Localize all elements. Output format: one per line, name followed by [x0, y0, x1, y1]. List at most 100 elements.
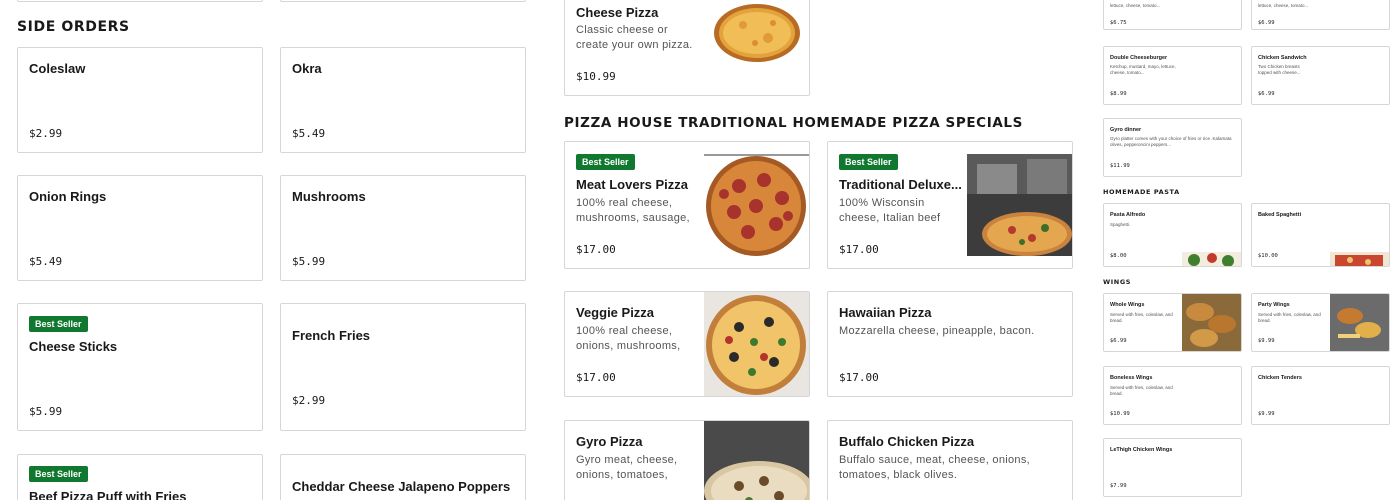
item-price: $7.99	[1110, 483, 1127, 489]
menu-item-traditional-deluxe[interactable]: Best Seller Traditional Deluxe... 100% W…	[827, 141, 1073, 269]
item-description: Served with fries, coleslaw, and bread.	[1110, 312, 1173, 323]
menu-item-mushrooms[interactable]: Mushrooms $5.99	[280, 175, 526, 281]
item-description: Two Chicken breasts topped with cheese..…	[1258, 64, 1301, 75]
top-card-partial-2[interactable]	[280, 0, 526, 2]
item-name: Chicken Tenders	[1258, 375, 1302, 381]
item-description: 100% Wisconsin cheese, Italian beef saus…	[839, 197, 941, 228]
menu-item-partial-1[interactable]: lettuce, cheese, tomato... $6.75	[1103, 0, 1242, 30]
item-name: Hawaiian Pizza	[839, 305, 932, 320]
menu-item-chicken-sandwich[interactable]: Chicken Sandwich Two Chicken breasts top…	[1251, 46, 1390, 105]
section-title-wings: Wings	[1103, 278, 1132, 286]
menu-item-whole-wings[interactable]: Whole Wings Served with fries, coleslaw,…	[1103, 293, 1242, 352]
item-description: 100% real cheese, onions, mushrooms, bla…	[576, 325, 681, 356]
item-price: $9.99	[1258, 411, 1275, 417]
section-title-specials: Pizza House Traditional Homemade Pizza S…	[564, 115, 1023, 131]
item-description: lettuce, cheese, tomato...	[1258, 3, 1309, 8]
item-description: Served with fries, coleslaw, and bread.	[1110, 385, 1173, 396]
item-description: Gyro meat, cheese, onions, tomatoes, hot…	[576, 454, 678, 485]
item-name: Whole Wings	[1110, 302, 1145, 308]
item-price: $6.99	[1110, 338, 1127, 344]
top-card-partial-1[interactable]	[17, 0, 263, 2]
menu-item-partial-2[interactable]: lettuce, cheese, tomato... $6.99	[1251, 0, 1390, 30]
menu-item-veggie-pizza[interactable]: Veggie Pizza 100% real cheese, onions, m…	[564, 291, 810, 397]
menu-item-cheese-sticks[interactable]: Best Seller Cheese Sticks $5.99	[17, 303, 263, 431]
whole-wings-image	[1182, 294, 1241, 351]
menu-item-jalapeno-poppers[interactable]: Cheddar Cheese Jalapeno Poppers	[280, 454, 526, 500]
item-description: Classic cheese or create your own pizza.	[576, 24, 693, 51]
section-title-side-orders: Side Orders	[17, 19, 130, 35]
meat-lovers-pizza-image	[704, 154, 809, 256]
item-price: $5.99	[292, 255, 326, 268]
menu-item-chicken-tenders[interactable]: Chicken Tenders $9.99	[1251, 366, 1390, 425]
item-price: $17.00	[576, 371, 616, 384]
veggie-pizza-image	[704, 292, 809, 396]
item-price: $6.99	[1258, 91, 1275, 97]
menu-item-cheese-pizza[interactable]: Cheese Pizza Classic cheese or create yo…	[564, 0, 810, 96]
best-seller-badge: Best Seller	[29, 316, 88, 332]
item-price: $10.99	[1110, 411, 1130, 417]
menu-item-onion-rings[interactable]: Onion Rings $5.49	[17, 175, 263, 281]
item-price: $2.99	[292, 394, 326, 407]
item-description: Served with fries, coleslaw, and bread.	[1258, 312, 1321, 323]
menu-item-baked-spaghetti[interactable]: Baked Spaghetti $10.00	[1251, 203, 1390, 267]
menu-item-french-fries[interactable]: French Fries $2.99	[280, 303, 526, 431]
menu-item-pasta-alfredo[interactable]: Pasta Alfredo Spaghetti. $8.00	[1103, 203, 1242, 267]
menu-item-coleslaw[interactable]: Coleslaw $2.99	[17, 47, 263, 153]
item-description: Spaghetti.	[1110, 222, 1131, 227]
item-name: Onion Rings	[29, 189, 107, 204]
item-name: LeThigh Chicken Wings	[1110, 447, 1173, 453]
item-description: Buffalo sauce, meat, cheese, onions, tom…	[839, 454, 1030, 481]
menu-item-hawaiian-pizza[interactable]: Hawaiian Pizza Mozzarella cheese, pineap…	[827, 291, 1073, 397]
item-description: lettuce, cheese, tomato...	[1110, 3, 1161, 8]
traditional-deluxe-image	[967, 154, 1072, 256]
item-name: Baked Spaghetti	[1258, 212, 1302, 218]
menu-item-lethigh-chicken-wings[interactable]: LeThigh Chicken Wings $7.99	[1103, 438, 1242, 497]
item-price: $11.99	[1110, 163, 1130, 169]
item-name: Gyro Pizza	[576, 434, 643, 449]
item-name: Okra	[292, 61, 322, 76]
item-name: Cheddar Cheese Jalapeno Poppers	[292, 479, 511, 494]
menu-item-okra[interactable]: Okra $5.49	[280, 47, 526, 153]
best-seller-badge: Best Seller	[29, 466, 88, 482]
item-price: $17.00	[839, 243, 879, 256]
item-name: Party Wings	[1258, 302, 1290, 308]
item-name: Mushrooms	[292, 189, 366, 204]
item-price: $5.49	[29, 255, 63, 268]
baked-spaghetti-image	[1330, 252, 1389, 266]
item-name: Buffalo Chicken Pizza	[839, 434, 975, 449]
item-name: Chicken Sandwich	[1258, 55, 1307, 61]
best-seller-badge: Best Seller	[839, 154, 898, 170]
item-name: Cheese Sticks	[29, 339, 118, 354]
item-price: $10.99	[576, 70, 616, 83]
item-price: $5.49	[292, 127, 326, 140]
item-price: $6.99	[1258, 20, 1275, 26]
item-price: $9.99	[1258, 338, 1275, 344]
item-price: $10.00	[1258, 253, 1278, 259]
menu-item-party-wings[interactable]: Party Wings Served with fries, coleslaw,…	[1251, 293, 1390, 352]
menu-item-buffalo-chicken-pizza[interactable]: Buffalo Chicken Pizza Buffalo sauce, mea…	[827, 420, 1073, 500]
item-name: Boneless Wings	[1110, 375, 1153, 381]
item-price: $17.00	[576, 243, 616, 256]
item-price: $8.00	[1110, 253, 1127, 259]
menu-item-boneless-wings[interactable]: Boneless Wings Served with fries, colesl…	[1103, 366, 1242, 425]
best-seller-badge: Best Seller	[576, 154, 635, 170]
item-name: Gyro dinner	[1110, 127, 1142, 133]
item-name: Cheese Pizza	[576, 5, 659, 20]
item-price: $6.75	[1110, 20, 1127, 26]
menu-item-gyro-dinner[interactable]: Gyro dinner Gyro platter comes with your…	[1103, 118, 1242, 177]
item-price: $2.99	[29, 127, 63, 140]
item-description: Ketchup, mustard, mayo, lettuce, cheese,…	[1110, 64, 1176, 75]
menu-item-beef-pizza-puff[interactable]: Best Seller Beef Pizza Puff with Fries	[17, 454, 263, 500]
item-name: Beef Pizza Puff with Fries	[29, 489, 187, 500]
item-name: Pasta Alfredo	[1110, 212, 1146, 218]
item-name: Double Cheeseburger	[1110, 55, 1168, 61]
item-description: Mozzarella cheese, pineapple, bacon.	[839, 325, 1035, 337]
item-price: $5.99	[29, 405, 63, 418]
gyro-pizza-image	[704, 421, 809, 500]
menu-item-meat-lovers-pizza[interactable]: Best Seller Meat Lovers Pizza 100% real …	[564, 141, 810, 269]
item-name: Traditional Deluxe...	[839, 177, 962, 192]
pasta-alfredo-image	[1182, 252, 1241, 266]
item-name: Coleslaw	[29, 61, 86, 76]
menu-item-gyro-pizza[interactable]: Gyro Pizza Gyro meat, cheese, onions, to…	[564, 420, 810, 500]
menu-item-double-cheeseburger[interactable]: Double Cheeseburger Ketchup, mustard, ma…	[1103, 46, 1242, 105]
